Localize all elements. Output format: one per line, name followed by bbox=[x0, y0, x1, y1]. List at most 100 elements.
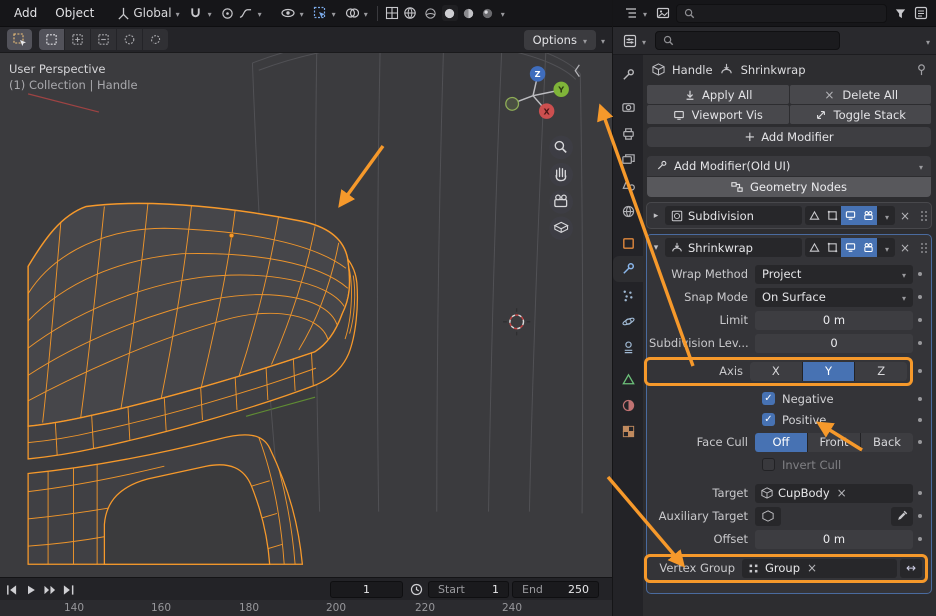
extras-chevron-icon[interactable] bbox=[877, 238, 895, 257]
tab-modifiers[interactable] bbox=[613, 256, 643, 282]
camera-view-button[interactable] bbox=[549, 190, 573, 214]
shrinkwrap-name-field[interactable]: Shrinkwrap bbox=[665, 238, 802, 257]
gizmo-negative-y-ball[interactable] bbox=[505, 96, 520, 111]
snap-mode-dropdown[interactable]: On Surface bbox=[755, 287, 913, 307]
animate-dot[interactable] bbox=[913, 537, 927, 541]
animate-dot[interactable] bbox=[913, 369, 927, 373]
animate-dot[interactable] bbox=[913, 318, 927, 322]
positive-checkbox[interactable] bbox=[762, 413, 775, 426]
options-dropdown[interactable]: Options bbox=[523, 29, 596, 50]
viewport-visibility-toggle-icon[interactable] bbox=[841, 238, 859, 257]
start-frame-field[interactable]: Start 1 bbox=[428, 581, 509, 598]
proportional-editing-dropdown[interactable] bbox=[217, 3, 265, 23]
viewport-vis-button[interactable]: Viewport Vis bbox=[647, 105, 789, 124]
tab-world[interactable] bbox=[613, 198, 643, 224]
geometry-nodes-button[interactable]: Geometry Nodes bbox=[647, 177, 931, 197]
select-box-subtract-button[interactable] bbox=[91, 29, 116, 50]
shading-wireframe-icon[interactable] bbox=[423, 5, 439, 21]
shading-material-icon[interactable] bbox=[461, 5, 477, 21]
animate-dot[interactable] bbox=[913, 440, 927, 444]
limit-field[interactable]: 0 m bbox=[755, 310, 913, 330]
tab-material[interactable] bbox=[613, 392, 643, 418]
render-visibility-toggle-icon[interactable] bbox=[859, 238, 877, 257]
select-tool-dropdown[interactable] bbox=[309, 3, 339, 23]
snapping-dropdown[interactable] bbox=[185, 3, 215, 23]
tab-constraints[interactable] bbox=[613, 334, 643, 360]
visibility-dropdown[interactable] bbox=[277, 3, 307, 23]
tab-particles[interactable] bbox=[613, 282, 643, 308]
properties-search-field[interactable] bbox=[655, 31, 841, 50]
expand-subdivision-chevron[interactable] bbox=[650, 211, 662, 221]
animate-dot[interactable] bbox=[913, 491, 927, 495]
toggle-ortho-button[interactable] bbox=[549, 216, 573, 241]
tab-object[interactable] bbox=[613, 230, 643, 256]
tab-output[interactable] bbox=[613, 120, 643, 146]
invert-cull-checkbox[interactable] bbox=[762, 458, 775, 471]
negative-checkbox[interactable] bbox=[762, 392, 775, 405]
viewport-gizmos-icon[interactable] bbox=[384, 5, 400, 21]
clock-icon[interactable] bbox=[407, 581, 426, 598]
zoom-button[interactable] bbox=[549, 135, 573, 160]
current-frame-field[interactable]: 1 bbox=[330, 581, 403, 598]
breadcrumb-object[interactable]: Handle bbox=[672, 63, 713, 77]
face-cull-off-button[interactable]: Off bbox=[755, 432, 807, 452]
animate-dot[interactable] bbox=[913, 341, 927, 345]
offset-field[interactable]: 0 m bbox=[755, 529, 913, 549]
properties-editor-type-dropdown[interactable] bbox=[619, 31, 649, 51]
animate-dot[interactable] bbox=[913, 272, 927, 276]
delete-shrinkwrap-button[interactable] bbox=[898, 241, 912, 255]
wrap-method-dropdown[interactable]: Project bbox=[755, 264, 913, 284]
editor-type-dropdown[interactable] bbox=[620, 3, 650, 23]
overlays-globe-icon[interactable] bbox=[402, 5, 418, 21]
editmode-toggle-icon[interactable] bbox=[823, 238, 841, 257]
subdivision-name-field[interactable]: Subdivision bbox=[665, 206, 802, 225]
select-circle-button[interactable] bbox=[117, 29, 142, 50]
target-field[interactable]: CupBody bbox=[755, 483, 913, 503]
fast-forward-button[interactable] bbox=[40, 581, 59, 598]
pin-icon[interactable] bbox=[913, 62, 929, 78]
outliner-search-input[interactable] bbox=[699, 6, 880, 20]
extras-chevron-icon[interactable] bbox=[877, 206, 895, 225]
properties-search-input[interactable] bbox=[678, 34, 834, 47]
animate-dot[interactable] bbox=[913, 514, 927, 518]
pan-button[interactable] bbox=[549, 162, 573, 187]
axis-x-button[interactable]: X bbox=[750, 361, 802, 381]
select-lasso-button[interactable] bbox=[143, 29, 168, 50]
axis-y-button[interactable]: Y bbox=[802, 361, 855, 381]
end-frame-field[interactable]: End 250 bbox=[512, 581, 599, 598]
invert-vertex-group-button[interactable] bbox=[900, 558, 922, 578]
filter-funnel-icon[interactable] bbox=[892, 5, 908, 21]
tab-tool[interactable] bbox=[613, 62, 643, 88]
transform-orientation-dropdown[interactable]: Global bbox=[112, 3, 182, 23]
display-options-icon[interactable] bbox=[913, 5, 929, 21]
animate-dot[interactable] bbox=[913, 295, 927, 299]
select-box-extend-button[interactable] bbox=[65, 29, 90, 50]
axis-z-button[interactable]: Z bbox=[855, 361, 907, 381]
subdivision-levels-field[interactable]: 0 bbox=[755, 333, 913, 353]
select-box-new-button[interactable] bbox=[39, 29, 64, 50]
animate-dot[interactable] bbox=[913, 397, 927, 401]
face-cull-back-button[interactable]: Back bbox=[861, 432, 913, 452]
viewport-visibility-toggle-icon[interactable] bbox=[841, 206, 859, 225]
tab-physics[interactable] bbox=[613, 308, 643, 334]
tab-render[interactable] bbox=[613, 94, 643, 120]
subdivision-drag-handle[interactable] bbox=[915, 214, 928, 217]
add-menu[interactable]: Add bbox=[6, 3, 45, 23]
add-modifier-button[interactable]: Add Modifier bbox=[647, 127, 931, 147]
image-icon[interactable] bbox=[655, 5, 671, 21]
shading-rendered-icon[interactable] bbox=[480, 5, 496, 21]
delete-subdivision-button[interactable] bbox=[898, 209, 912, 223]
shading-solid-icon[interactable] bbox=[441, 5, 458, 21]
tab-view-layer[interactable] bbox=[613, 146, 643, 172]
eyedropper-button[interactable] bbox=[891, 506, 913, 526]
play-button[interactable] bbox=[21, 581, 40, 598]
add-modifier-old-dropdown[interactable]: Add Modifier(Old UI) bbox=[647, 156, 931, 176]
toggle-stack-button[interactable]: Toggle Stack bbox=[789, 105, 931, 124]
collapse-shrinkwrap-chevron[interactable] bbox=[650, 243, 662, 253]
vertex-group-toggle-icon[interactable] bbox=[805, 238, 823, 257]
breadcrumb-modifier[interactable]: Shrinkwrap bbox=[741, 63, 806, 77]
object-menu[interactable]: Object bbox=[47, 3, 102, 23]
tab-scene[interactable] bbox=[613, 172, 643, 198]
tweak-tool-button[interactable] bbox=[7, 29, 32, 50]
render-visibility-toggle-icon[interactable] bbox=[859, 206, 877, 225]
